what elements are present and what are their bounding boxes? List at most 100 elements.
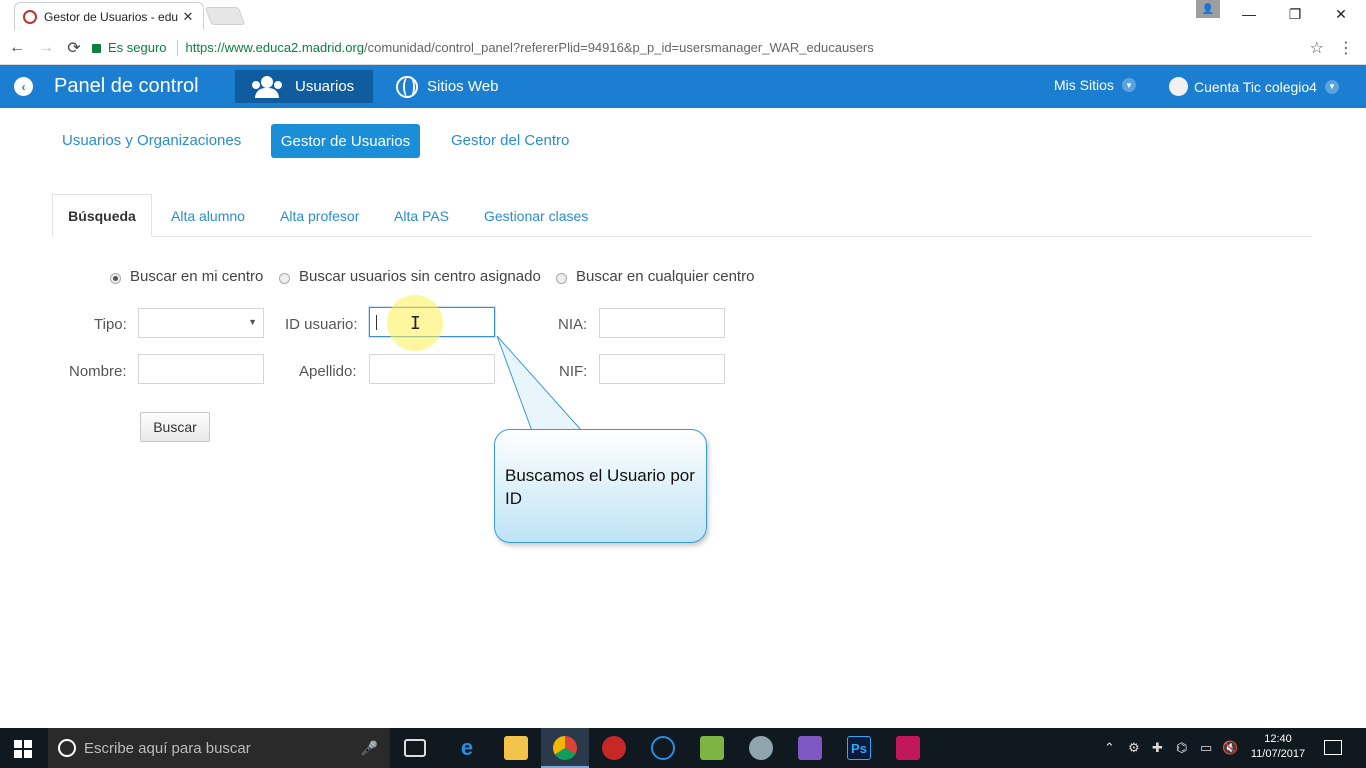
address-separator [176, 39, 178, 56]
app-red-icon[interactable] [602, 736, 626, 760]
radio-button[interactable] [556, 273, 567, 284]
tab-close-icon[interactable]: ✕ [181, 9, 195, 25]
restore-button[interactable]: ❐ [1272, 0, 1318, 28]
text-cursor-icon: I [410, 313, 421, 334]
url-host: https://www.educa2.madrid.org [185, 40, 365, 55]
minimize-button[interactable]: — [1226, 0, 1272, 28]
back-arrow-icon[interactable]: ← [6, 37, 28, 59]
nif-label: NIF: [559, 363, 588, 380]
radio-label: Buscar usuarios sin centro asignado [299, 268, 541, 285]
tray-plus-icon[interactable]: ✚ [1152, 740, 1163, 756]
nav-sites[interactable]: Sitios Web [396, 70, 498, 103]
chrome-icon[interactable] [553, 736, 577, 760]
radio-my-center[interactable]: Buscar en mi centro [110, 268, 263, 285]
globe-icon [396, 75, 418, 98]
subnav-users-organizations[interactable]: Usuarios y Organizaciones [62, 132, 241, 149]
close-window-button[interactable]: ✕ [1318, 0, 1364, 28]
tab-alta-alumno[interactable]: Alta alumno [171, 208, 245, 224]
nombre-input[interactable] [138, 354, 264, 384]
tab-alta-pas[interactable]: Alta PAS [394, 208, 449, 224]
nif-input[interactable] [599, 354, 725, 384]
tray-volume-muted-icon[interactable]: 🔇 [1222, 740, 1238, 756]
radio-any-center[interactable]: Buscar en cualquier centro [556, 268, 754, 285]
tray-settings-icon[interactable]: ⚙ [1128, 740, 1140, 756]
cortana-icon [58, 739, 76, 757]
forward-arrow-icon[interactable]: → [35, 37, 57, 59]
id-usuario-label: ID usuario: [285, 316, 358, 333]
app-sync-icon[interactable] [651, 736, 675, 760]
browser-tabstrip: Gestor de Usuarios - edu ✕ 👤 — ❐ ✕ [0, 0, 1366, 30]
reload-icon[interactable]: ⟳ [63, 37, 85, 59]
panel-title[interactable]: Panel de control [54, 75, 199, 98]
nav-users[interactable]: Usuarios [235, 70, 373, 103]
account-label: Cuenta Tic colegio4 [1194, 78, 1317, 95]
radio-no-center[interactable]: Buscar usuarios sin centro asignado [279, 268, 541, 285]
radio-button[interactable] [279, 273, 290, 284]
users-icon [251, 75, 285, 98]
search-button[interactable]: Buscar [140, 412, 210, 442]
subnav-user-manager[interactable]: Gestor de Usuarios [271, 124, 420, 158]
apellido-label: Apellido: [299, 363, 357, 380]
task-view-icon[interactable] [404, 739, 426, 757]
dropdown-arrow-icon: ▼ [248, 317, 257, 327]
browser-tab[interactable]: Gestor de Usuarios - edu ✕ [14, 2, 204, 30]
file-explorer-icon[interactable] [504, 736, 528, 760]
tabs-divider [52, 236, 1312, 237]
site-favicon-icon [23, 9, 37, 24]
radio-label: Buscar en cualquier centro [576, 268, 755, 285]
nav-sites-label: Sitios Web [427, 78, 499, 95]
nia-label: NIA: [558, 316, 588, 333]
avatar [1169, 77, 1188, 96]
tray-network-icon[interactable]: ⌬ [1176, 740, 1187, 756]
bookmark-star-icon[interactable]: ☆ [1310, 38, 1324, 58]
new-tab-button[interactable] [204, 7, 246, 25]
clock-date: 11/07/2017 [1250, 748, 1306, 760]
clock-time: 12:40 [1264, 733, 1292, 745]
windows-start-icon[interactable] [14, 740, 32, 758]
profile-icon[interactable]: 👤 [1196, 0, 1220, 18]
callout-text: Buscamos el Usuario por ID [505, 466, 695, 508]
callout-pointer [496, 335, 584, 432]
tipo-label: Tipo: [94, 316, 127, 333]
tray-expand-icon[interactable]: ⌃ [1104, 740, 1115, 756]
app-mail-icon[interactable] [749, 736, 773, 760]
chevron-down-icon: ▼ [1324, 79, 1339, 94]
browser-toolbar: ← → ⟳ Es seguro https://www.educa2.madri… [0, 30, 1366, 65]
nia-input[interactable] [599, 308, 725, 338]
my-sites-menu[interactable]: Mis Sitios ▼ [1054, 77, 1136, 93]
address-bar[interactable]: Es seguro https://www.educa2.madrid.org … [92, 34, 1332, 61]
taskbar-clock[interactable]: 12:40 11/07/2017 [1248, 732, 1308, 762]
secure-label: Es seguro [108, 40, 167, 55]
photoshop-icon[interactable]: Ps [847, 736, 871, 760]
url-path: /comunidad/control_panel?refererPlid=949… [364, 40, 874, 55]
control-panel-bar: ‹ Panel de control Usuarios Sitios Web M… [0, 65, 1366, 108]
app-purple-icon[interactable] [798, 736, 822, 760]
tab-gestionar-clases[interactable]: Gestionar clases [484, 208, 588, 224]
tutorial-callout: Buscamos el Usuario por ID [494, 429, 707, 543]
edge-browser-icon[interactable]: e [455, 735, 479, 760]
nombre-label: Nombre: [69, 363, 127, 380]
windows-taskbar: Escribe aquí para buscar 🎤 e Ps ⌃ ⚙ ✚ ⌬ … [0, 728, 1366, 768]
back-circle-icon[interactable]: ‹ [14, 77, 33, 96]
app-pink-icon[interactable] [896, 736, 920, 760]
my-sites-label: Mis Sitios [1054, 77, 1114, 93]
tipo-select[interactable]: ▼ [138, 308, 264, 338]
notifications-icon[interactable] [1324, 740, 1342, 755]
tray-display-icon[interactable]: ▭ [1200, 740, 1212, 756]
radio-label: Buscar en mi centro [130, 268, 264, 285]
nav-users-label: Usuarios [295, 78, 355, 95]
subnav-center-manager[interactable]: Gestor del Centro [451, 132, 569, 149]
tab-alta-profesor[interactable]: Alta profesor [280, 208, 359, 224]
tab-busqueda[interactable]: Búsqueda [52, 194, 152, 237]
apellido-input[interactable] [369, 354, 495, 384]
microphone-icon[interactable]: 🎤 [361, 740, 378, 757]
taskbar-search[interactable]: Escribe aquí para buscar 🎤 [48, 728, 390, 768]
radio-button-checked[interactable] [110, 273, 121, 284]
browser-tab-title: Gestor de Usuarios - edu [44, 9, 179, 24]
taskbar-search-placeholder: Escribe aquí para buscar [84, 739, 251, 757]
app-green-icon[interactable] [700, 736, 724, 760]
text-caret [376, 315, 377, 330]
account-menu[interactable]: Cuenta Tic colegio4 ▼ [1169, 77, 1339, 96]
browser-menu-icon[interactable]: ⋮ [1338, 38, 1354, 58]
lock-icon [92, 44, 101, 53]
